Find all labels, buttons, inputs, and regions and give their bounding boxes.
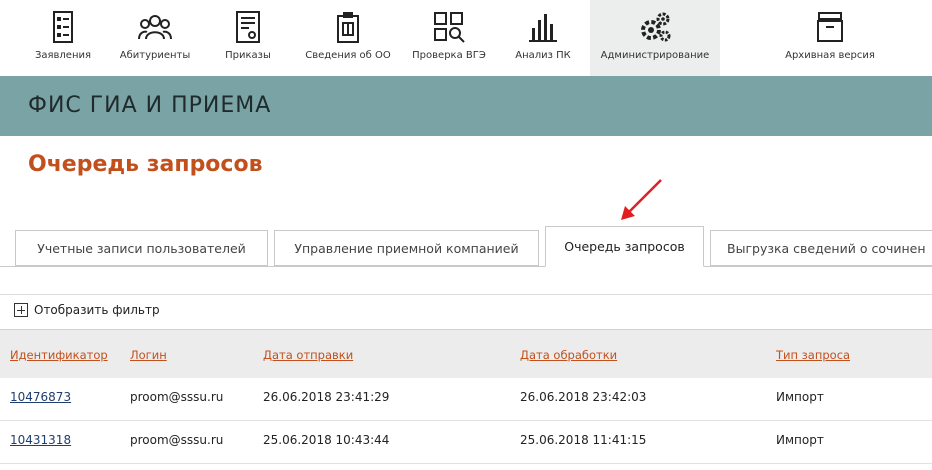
show-filter-button[interactable]: Отобразить фильтр — [14, 303, 160, 317]
plus-icon — [14, 303, 28, 317]
nav-item-label: Проверка ВГЭ — [412, 50, 486, 61]
sent-date-cell: 25.06.2018 10:43:44 — [263, 433, 390, 447]
nav-item-label: Анализ ПК — [515, 50, 571, 61]
nav-item-check[interactable]: Проверка ВГЭ — [404, 0, 494, 76]
app-title: ФИС ГИА И ПРИЕМА — [28, 93, 272, 118]
request-type-cell: Импорт — [776, 433, 824, 447]
applicants-icon — [138, 15, 172, 40]
nav-item-label: Заявления — [34, 50, 92, 61]
nav-item-label: Абитуриенты — [119, 50, 191, 61]
login-cell: proom@sssu.ru — [130, 390, 224, 404]
nav-item-administration[interactable]: Администрирование — [590, 0, 720, 76]
applications-icon — [53, 11, 73, 43]
table-row: 10476873 proom@sssu.ru 26.06.2018 23:41:… — [0, 378, 932, 421]
annotation-arrow-icon — [621, 179, 662, 220]
divider — [0, 294, 932, 295]
orders-icon — [236, 11, 260, 43]
nav-item-label: Администрирование — [600, 50, 710, 61]
show-filter-label: Отобразить фильтр — [34, 303, 160, 317]
nav-item-analysis[interactable]: Анализ ПК — [500, 0, 586, 76]
table-header: Идентификатор Логин Дата отправки Дата о… — [0, 329, 932, 378]
column-header-processed-date[interactable]: Дата обработки — [520, 348, 617, 362]
organization-info-icon — [337, 12, 359, 43]
nav-item-label: Приказы — [225, 50, 271, 61]
bar-chart-icon — [529, 14, 557, 42]
nav-item-label: Архивная версия — [785, 50, 875, 61]
column-header-sent-date[interactable]: Дата отправки — [263, 348, 353, 362]
archive-icon — [817, 12, 843, 42]
request-id-link[interactable]: 10431318 — [10, 433, 71, 447]
nav-item-organization-info[interactable]: Сведения об ОО — [296, 0, 400, 76]
tab-essay-export[interactable]: Выгрузка сведений о сочинен — [710, 230, 932, 266]
table-row: 10431318 proom@sssu.ru 25.06.2018 10:43:… — [0, 421, 932, 464]
nav-item-applicants[interactable]: Абитуриенты — [112, 0, 198, 76]
top-navigation: Заявления Абитуриенты Приказы Сведения о… — [0, 0, 932, 76]
request-id-link[interactable]: 10476873 — [10, 390, 71, 404]
nav-item-label: Сведения об ОО — [305, 50, 391, 61]
tab-user-accounts[interactable]: Учетные записи пользователей — [15, 230, 268, 266]
page-title: Очередь запросов — [28, 152, 263, 177]
check-grid-icon — [434, 12, 465, 43]
nav-item-orders[interactable]: Приказы — [205, 0, 291, 76]
nav-item-archive[interactable]: Архивная версия — [770, 0, 890, 76]
login-cell: proom@sssu.ru — [130, 433, 224, 447]
tab-admission-management[interactable]: Управление приемной компанией — [274, 230, 539, 266]
sent-date-cell: 26.06.2018 23:41:29 — [263, 390, 390, 404]
tab-request-queue[interactable]: Очередь запросов — [545, 226, 704, 267]
app-banner: ФИС ГИА И ПРИЕМА — [0, 76, 932, 136]
tabs-baseline — [0, 266, 932, 267]
processed-date-cell: 25.06.2018 11:41:15 — [520, 433, 647, 447]
processed-date-cell: 26.06.2018 23:42:03 — [520, 390, 647, 404]
column-header-id[interactable]: Идентификатор — [10, 348, 108, 362]
request-type-cell: Импорт — [776, 390, 824, 404]
nav-item-applications[interactable]: Заявления — [20, 0, 106, 76]
column-header-login[interactable]: Логин — [130, 348, 167, 362]
column-header-request-type[interactable]: Тип запроса — [776, 348, 850, 362]
gears-icon — [641, 12, 671, 42]
